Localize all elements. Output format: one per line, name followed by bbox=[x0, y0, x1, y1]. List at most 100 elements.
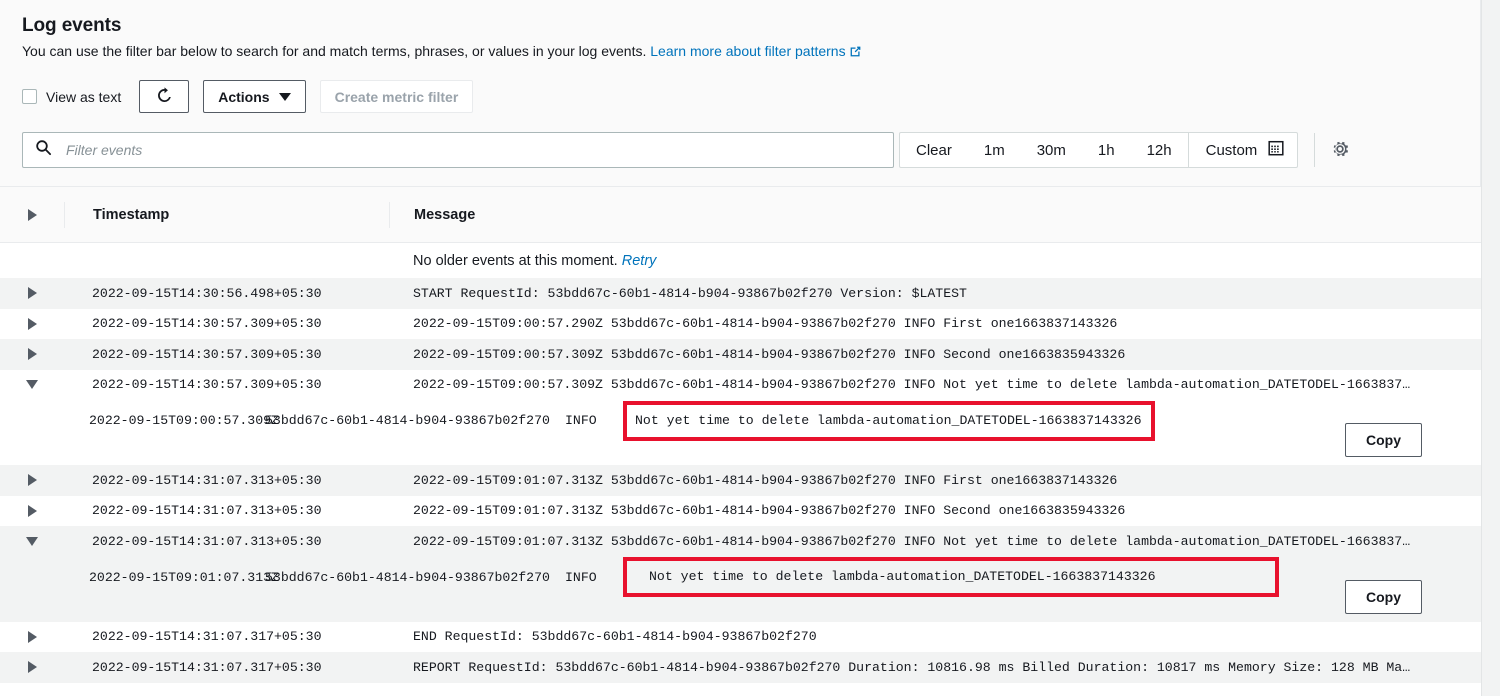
expand-all-cell[interactable] bbox=[0, 209, 64, 221]
row-message: START RequestId: 53bdd67c-60b1-4814-b904… bbox=[389, 286, 1481, 301]
row-message: END RequestId: 53bdd67c-60b1-4814-b904-9… bbox=[389, 629, 1481, 644]
create-metric-filter-button[interactable]: Create metric filter bbox=[320, 80, 474, 113]
row-timestamp: 2022-09-15T14:31:07.313+05:30 bbox=[64, 473, 389, 488]
table-header-row: Timestamp Message bbox=[0, 186, 1481, 243]
search-input[interactable] bbox=[64, 141, 881, 159]
table-row[interactable]: 2022-09-15T14:31:07.317+05:30 END Reques… bbox=[0, 622, 1481, 653]
actions-button[interactable]: Actions bbox=[203, 80, 305, 113]
page-description: You can use the filter bar below to sear… bbox=[22, 41, 1480, 63]
toolbar: View as text Actions Create metric filte… bbox=[22, 80, 1480, 113]
row-timestamp: 2022-09-15T14:30:57.309+05:30 bbox=[64, 316, 389, 331]
row-message: REPORT RequestId: 53bdd67c-60b1-4814-b90… bbox=[389, 660, 1481, 675]
checkbox-box[interactable] bbox=[22, 89, 37, 104]
refresh-button[interactable] bbox=[139, 80, 189, 113]
range-12h-button[interactable]: 12h bbox=[1131, 133, 1188, 167]
panel-header: Log events You can use the filter bar be… bbox=[0, 0, 1500, 186]
range-30m-button[interactable]: 30m bbox=[1021, 133, 1082, 167]
chevron-right-icon[interactable] bbox=[28, 209, 37, 221]
row-expand-toggle[interactable] bbox=[0, 474, 64, 486]
row-expand-toggle[interactable] bbox=[0, 661, 64, 673]
settings-button[interactable] bbox=[1329, 138, 1351, 163]
chevron-right-icon[interactable] bbox=[28, 287, 37, 299]
search-icon bbox=[35, 139, 52, 161]
message-header-label: Message bbox=[414, 207, 475, 223]
detail-log-level: INFO bbox=[565, 570, 623, 585]
chevron-down-icon[interactable] bbox=[26, 537, 38, 546]
row-timestamp: 2022-09-15T14:30:57.309+05:30 bbox=[64, 377, 389, 392]
chevron-down-icon bbox=[279, 93, 291, 101]
row-message: 2022-09-15T09:01:07.313Z 53bdd67c-60b1-4… bbox=[389, 534, 1481, 549]
row-message: 2022-09-15T09:00:57.309Z 53bdd67c-60b1-4… bbox=[389, 347, 1481, 362]
chevron-right-icon[interactable] bbox=[28, 474, 37, 486]
row-timestamp: 2022-09-15T14:30:57.309+05:30 bbox=[64, 347, 389, 362]
detail-message-highlighted: Not yet time to delete lambda-automation… bbox=[623, 401, 1155, 441]
log-events-page: Log events You can use the filter bar be… bbox=[0, 0, 1500, 696]
table-row[interactable]: 2022-09-15T14:30:57.309+05:30 2022-09-15… bbox=[0, 339, 1481, 370]
column-header-message[interactable]: Message bbox=[389, 202, 1481, 228]
row-expand-toggle[interactable] bbox=[0, 631, 64, 643]
range-1m-button[interactable]: 1m bbox=[968, 133, 1021, 167]
detail-request-id: 53bdd67c-60b1-4814-b904-93867b02f270 bbox=[265, 413, 565, 428]
retry-link[interactable]: Retry bbox=[622, 253, 657, 269]
external-link-icon[interactable] bbox=[849, 43, 862, 63]
detail-request-id: 53bdd67c-60b1-4814-b904-93867b02f270 bbox=[265, 570, 565, 585]
range-clear-button[interactable]: Clear bbox=[900, 133, 968, 167]
refresh-icon bbox=[155, 86, 174, 108]
actions-label: Actions bbox=[218, 89, 269, 105]
timestamp-header-label: Timestamp bbox=[93, 207, 169, 223]
table-row-expanded[interactable]: 2022-09-15T14:31:07.313+05:30 2022-09-15… bbox=[0, 526, 1481, 557]
row-expand-toggle[interactable] bbox=[0, 318, 64, 330]
time-range-group: Clear 1m 30m 1h 12h Custom bbox=[899, 132, 1298, 168]
row-message: 2022-09-15T09:01:07.313Z 53bdd67c-60b1-4… bbox=[389, 503, 1481, 518]
chevron-right-icon[interactable] bbox=[28, 631, 37, 643]
view-as-text-label: View as text bbox=[46, 89, 121, 105]
no-older-events-row: No older events at this moment. Retry bbox=[0, 243, 1481, 278]
table-row[interactable]: 2022-09-15T14:30:56.498+05:30 START Requ… bbox=[0, 278, 1481, 309]
expanded-detail-line: 2022-09-15T09:01:07.313Z 53bdd67c-60b1-4… bbox=[0, 557, 1481, 598]
gear-icon bbox=[1329, 138, 1351, 163]
table-row[interactable]: 2022-09-15T14:31:07.313+05:30 2022-09-15… bbox=[0, 496, 1481, 527]
expanded-event-detail: 2022-09-15T09:01:07.313Z 53bdd67c-60b1-4… bbox=[0, 557, 1481, 622]
row-timestamp: 2022-09-15T14:31:07.317+05:30 bbox=[64, 660, 389, 675]
copy-button[interactable]: Copy bbox=[1345, 423, 1422, 457]
chevron-right-icon[interactable] bbox=[28, 661, 37, 673]
range-1h-button[interactable]: 1h bbox=[1082, 133, 1131, 167]
detail-message-highlighted: Not yet time to delete lambda-automation… bbox=[623, 557, 1279, 597]
row-expand-toggle[interactable] bbox=[0, 287, 64, 299]
description-text: You can use the filter bar below to sear… bbox=[22, 43, 646, 59]
chevron-right-icon[interactable] bbox=[28, 505, 37, 517]
detail-timestamp: 2022-09-15T09:00:57.309Z bbox=[0, 413, 265, 428]
row-collapse-toggle[interactable] bbox=[0, 537, 64, 546]
no-older-events-message: No older events at this moment. Retry bbox=[389, 253, 1481, 269]
filter-row: Clear 1m 30m 1h 12h Custom bbox=[22, 132, 1480, 168]
view-as-text-checkbox[interactable]: View as text bbox=[22, 89, 121, 105]
expanded-event-detail: 2022-09-15T09:00:57.309Z 53bdd67c-60b1-4… bbox=[0, 400, 1481, 465]
detail-log-level: INFO bbox=[565, 413, 623, 428]
range-custom-button[interactable]: Custom bbox=[1188, 133, 1298, 167]
row-timestamp: 2022-09-15T14:31:07.313+05:30 bbox=[64, 534, 389, 549]
table-row[interactable]: 2022-09-15T14:30:57.309+05:30 2022-09-15… bbox=[0, 309, 1481, 340]
row-collapse-toggle[interactable] bbox=[0, 380, 64, 389]
row-expand-toggle[interactable] bbox=[0, 348, 64, 360]
custom-label: Custom bbox=[1206, 142, 1258, 159]
copy-button[interactable]: Copy bbox=[1345, 580, 1422, 614]
table-row[interactable]: 2022-09-15T14:31:07.317+05:30 REPORT Req… bbox=[0, 652, 1481, 683]
column-header-timestamp[interactable]: Timestamp bbox=[64, 202, 389, 228]
filter-events-box[interactable] bbox=[22, 132, 894, 168]
row-timestamp: 2022-09-15T14:30:56.498+05:30 bbox=[64, 286, 389, 301]
table-row[interactable]: 2022-09-15T14:31:07.313+05:30 2022-09-15… bbox=[0, 465, 1481, 496]
toolbar-divider bbox=[1314, 133, 1315, 167]
detail-timestamp: 2022-09-15T09:01:07.313Z bbox=[0, 570, 265, 585]
log-events-table: Timestamp Message No older events at thi… bbox=[0, 186, 1481, 683]
no-older-events-text: No older events at this moment. bbox=[413, 253, 618, 269]
calendar-icon bbox=[1268, 140, 1284, 160]
page-scrollbar[interactable] bbox=[1481, 0, 1500, 696]
chevron-down-icon[interactable] bbox=[26, 380, 38, 389]
row-timestamp: 2022-09-15T14:31:07.317+05:30 bbox=[64, 629, 389, 644]
chevron-right-icon[interactable] bbox=[28, 318, 37, 330]
page-title: Log events bbox=[22, 14, 1480, 38]
row-expand-toggle[interactable] bbox=[0, 505, 64, 517]
chevron-right-icon[interactable] bbox=[28, 348, 37, 360]
table-row-expanded[interactable]: 2022-09-15T14:30:57.309+05:30 2022-09-15… bbox=[0, 370, 1481, 401]
learn-more-link[interactable]: Learn more about filter patterns bbox=[650, 43, 845, 59]
